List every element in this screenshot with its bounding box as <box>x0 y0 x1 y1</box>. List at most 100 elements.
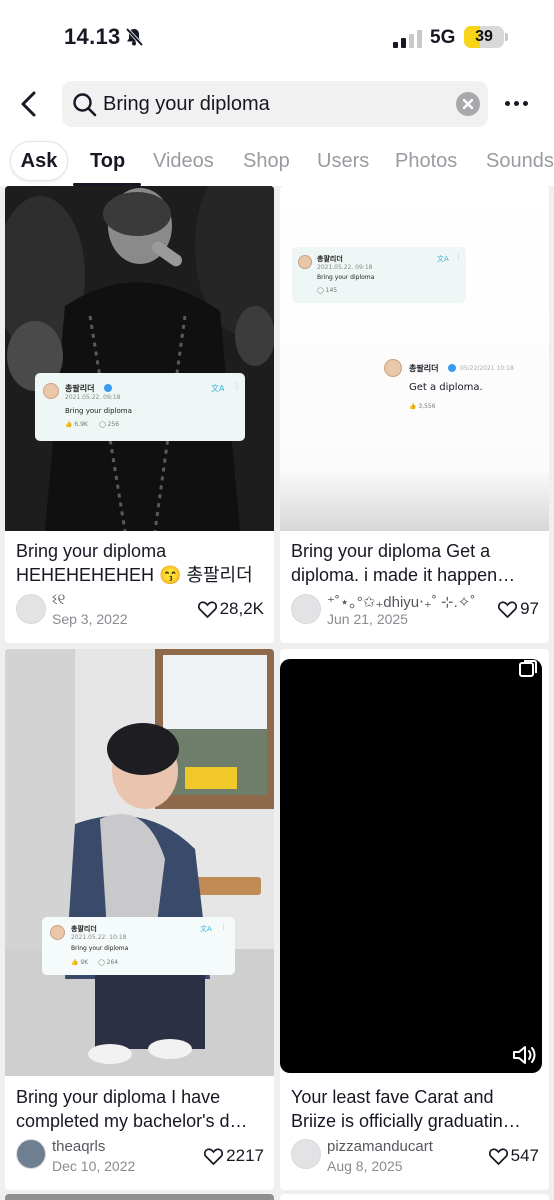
tweet-text: Bring your diploma <box>65 407 132 415</box>
tweet-avatar <box>43 383 59 399</box>
verified-icon <box>104 384 112 392</box>
tweet-date: 2021.05.22. 09:18 <box>65 394 121 401</box>
translate-icon: 文A <box>211 384 225 393</box>
tweet-date: 2021.05.22. 10:18 <box>71 934 127 941</box>
tweet-likes: 👍 9K <box>71 959 89 966</box>
bell-muted-icon <box>125 27 144 47</box>
classroom-photo <box>5 649 274 1076</box>
tab-shop[interactable]: Shop <box>243 150 290 173</box>
tweet-avatar <box>298 255 312 269</box>
clear-search-button[interactable] <box>456 92 480 116</box>
cellular-signal-icon <box>393 30 422 48</box>
search-input[interactable]: Bring your diploma <box>103 93 270 116</box>
next-card-peek <box>280 1194 549 1200</box>
like-count: 28,2K <box>197 599 264 619</box>
post-caption-line-2: Briize is officially graduatin… <box>291 1111 521 1131</box>
status-bar: 14.13 5G 39 <box>0 0 554 72</box>
more-options-icon[interactable] <box>505 101 528 106</box>
speaker-icon[interactable] <box>512 1044 538 1066</box>
tweet-date: 2021.05.22. 09:18 <box>317 264 373 271</box>
like-count-value: 28,2K <box>219 599 264 618</box>
like-count-value: 97 <box>520 599 539 618</box>
tweet-likes: 👍 3,556 <box>409 403 436 410</box>
post-caption-line-1: Bring your diploma I have <box>16 1087 221 1107</box>
post-caption-line-2: HEHEHEHEHEH 😙 총팔리더 <box>16 565 253 585</box>
like-count: 97 <box>498 599 539 619</box>
search-tabs: Ask Top Videos Shop Users Photos Sounds <box>0 136 554 186</box>
battery-level: 39 <box>475 28 493 45</box>
tab-top[interactable]: Top <box>90 150 125 173</box>
tweet-more-icon: ⋮ <box>220 923 227 931</box>
tweet-more-icon: ⋮ <box>233 382 241 391</box>
tweet-author: 총팔리더 <box>317 255 343 263</box>
username[interactable]: pizzamanducart <box>327 1138 433 1155</box>
tweet-author: 총팔리더 <box>65 384 95 393</box>
tab-sounds[interactable]: Sounds <box>486 150 554 173</box>
verified-icon <box>448 364 456 372</box>
tweet-screenshot: 총팔리더 2021.05.22. 09:18 Bring your diplom… <box>292 247 466 303</box>
post-caption-line-1: Bring your diploma Get a <box>291 541 491 561</box>
heart-icon <box>204 1147 224 1165</box>
video-thumbnail[interactable]: 총팔리더 2021.05.22. 09:18 Bring your diplom… <box>5 186 274 531</box>
tweet-author: 총팔리더 <box>409 364 439 373</box>
tweet-avatar <box>50 925 65 940</box>
network-type: 5G <box>430 27 456 48</box>
tweet-screenshot: 총팔리더 2021.05.22. 10:18 Bring your diplom… <box>42 917 235 975</box>
translate-icon: 文A <box>200 925 212 933</box>
tweet-screenshot: 총팔리더 2021.05.22. 09:18 Bring your diplom… <box>35 373 245 441</box>
next-card-peek <box>5 1194 274 1200</box>
like-count-value: 2217 <box>226 1146 264 1165</box>
tweet-avatar <box>384 359 402 377</box>
video-preview[interactable] <box>280 659 542 1073</box>
video-card[interactable]: 총팔리더 2021.05.22. 10:18 Bring your diplom… <box>5 649 274 1190</box>
post-date: Sep 3, 2022 <box>52 611 128 627</box>
video-card[interactable]: 총팔리더 2021.05.22. 09:18 Bring your diplom… <box>280 186 549 643</box>
video-card[interactable]: 총팔리더 2021.05.22. 09:18 Bring your diplom… <box>5 186 274 643</box>
tweet-comments: ◯ 264 <box>98 959 119 966</box>
tab-users[interactable]: Users <box>317 150 369 173</box>
like-count: 547 <box>488 1146 539 1166</box>
tweet-comments: ◯ 256 <box>99 421 120 428</box>
avatar[interactable] <box>291 1139 321 1169</box>
post-date: Aug 8, 2025 <box>327 1158 403 1174</box>
video-card[interactable]: Your least fave Carat and Briize is offi… <box>280 649 549 1190</box>
gallery-icon <box>519 660 537 677</box>
tab-ask[interactable]: Ask <box>10 141 68 181</box>
post-caption-line-1: Your least fave Carat and <box>291 1087 494 1107</box>
like-count-value: 547 <box>510 1146 539 1165</box>
tweet-author: 총팔리더 <box>71 925 97 933</box>
username[interactable]: ଽ୧ <box>52 591 65 608</box>
battery-icon: 39 <box>464 26 504 48</box>
post-date: Jun 21, 2025 <box>327 611 408 627</box>
tweet-comments: ◯ 145 <box>317 287 338 294</box>
post-date: Dec 10, 2022 <box>52 1158 136 1174</box>
search-header: Bring your diploma <box>0 72 554 136</box>
tweet-more-icon: ⋮ <box>455 253 462 261</box>
back-arrow-icon[interactable] <box>14 88 44 120</box>
avatar[interactable] <box>16 1139 46 1169</box>
heart-icon <box>488 1147 508 1165</box>
battery-tip <box>505 33 508 41</box>
post-caption-line-2: completed my bachelor's d… <box>16 1111 248 1131</box>
video-thumbnail[interactable] <box>280 649 549 1076</box>
status-time: 14.13 <box>64 24 121 49</box>
tab-videos[interactable]: Videos <box>153 150 214 173</box>
concert-photo <box>5 186 274 531</box>
search-icon <box>73 93 97 117</box>
avatar[interactable] <box>291 594 321 624</box>
video-thumbnail[interactable]: 총팔리더 2021.05.22. 10:18 Bring your diplom… <box>5 649 274 1076</box>
tweet-text: Get a diploma. <box>409 382 483 393</box>
avatar[interactable] <box>16 594 46 624</box>
tweet-date: 05/22/2021 10:18 <box>460 365 514 372</box>
username[interactable]: ⁺˚⋆｡°✩₊dhiyu‧₊˚ ⊹.✧˚ <box>327 591 475 612</box>
heart-icon <box>197 600 217 618</box>
search-bar[interactable]: Bring your diploma <box>62 81 488 127</box>
tweet-text: Bring your diploma <box>317 274 375 281</box>
heart-icon <box>498 600 518 618</box>
video-thumbnail[interactable]: 총팔리더 2021.05.22. 09:18 Bring your diplom… <box>280 186 549 531</box>
post-caption-line-2: diploma. i made it happen… <box>291 565 516 585</box>
like-count: 2217 <box>204 1146 264 1166</box>
tweet-likes: 👍 6.9K <box>65 421 88 428</box>
tab-photos[interactable]: Photos <box>395 150 457 173</box>
username[interactable]: theaqrls <box>52 1138 105 1155</box>
